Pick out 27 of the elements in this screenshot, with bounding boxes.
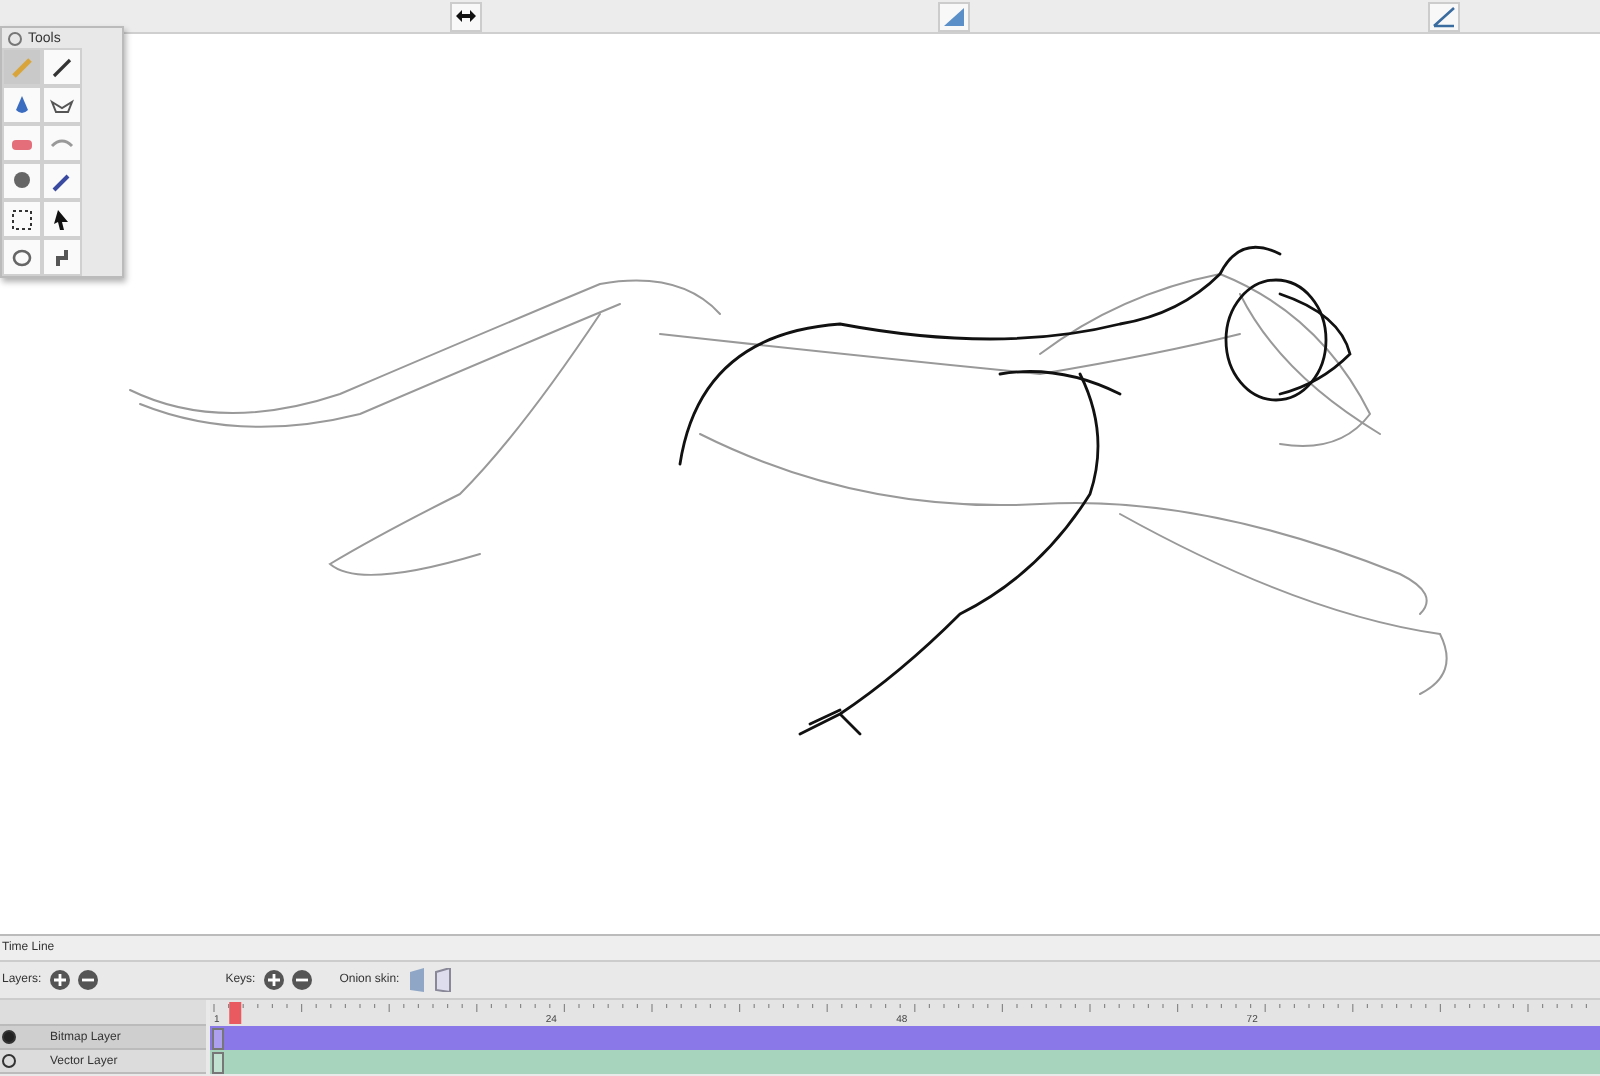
- visibility-toggle[interactable]: [2, 1030, 16, 1044]
- select-tool-icon: [8, 205, 36, 233]
- tool-button[interactable]: [42, 86, 82, 124]
- tool-button[interactable]: [42, 48, 82, 86]
- add-layer-button[interactable]: [49, 970, 70, 990]
- angle-icon: [1432, 5, 1456, 27]
- remove-key-button[interactable]: [291, 970, 312, 990]
- tool-button[interactable]: [2, 200, 42, 238]
- remove-layer-button[interactable]: [77, 970, 98, 990]
- onion-skin-icon[interactable]: [433, 968, 452, 992]
- toolbar-button[interactable]: [450, 1, 482, 31]
- pencil-tool-icon: [8, 53, 36, 81]
- layer-track[interactable]: [210, 1050, 1600, 1074]
- tool-button[interactable]: [42, 200, 82, 238]
- keyframe[interactable]: [212, 1052, 224, 1074]
- layer-track[interactable]: [210, 1026, 1600, 1050]
- plus-icon: [267, 974, 280, 986]
- minus-icon: [295, 974, 308, 986]
- tool-button[interactable]: [42, 162, 82, 200]
- add-key-button[interactable]: [263, 970, 284, 990]
- triangle-icon: [942, 5, 966, 27]
- visibility-toggle[interactable]: [2, 1054, 16, 1068]
- window-button[interactable]: [8, 31, 22, 45]
- minus-icon: [81, 974, 94, 986]
- tool-button[interactable]: [42, 238, 82, 276]
- arrows-icon: [454, 5, 478, 27]
- plus-icon: [53, 974, 66, 986]
